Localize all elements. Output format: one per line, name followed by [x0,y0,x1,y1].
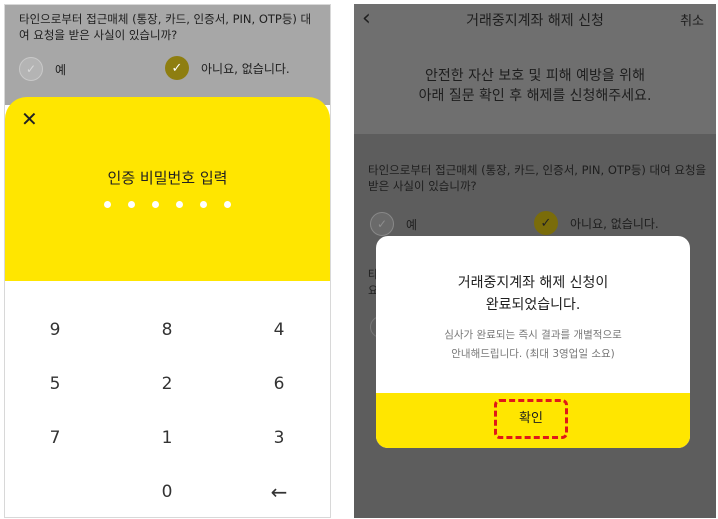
option-no[interactable]: ✓ 아니요, 없습니다. [534,211,659,235]
question-text: 타인으로부터 접근매체 (통장, 카드, 인증서, PIN, OTP등) 대여 … [368,163,707,193]
release-complete-screen: ‹ 거래중지계좌 해제 신청 취소 안전한 자산 보호 및 피해 예방을 위해 … [354,4,716,518]
option-no-label: 아니요, 없습니다. [570,216,659,231]
top-bar: ‹ 거래중지계좌 해제 신청 취소 [354,4,716,34]
question-area: 타인으로부터 접근매체 (통장, 카드, 인증서, PIN, OTP등) 대여 … [5,5,330,105]
check-icon: ✓ [370,212,394,236]
confirm-bar[interactable]: 확인 [376,393,690,448]
pin-dot [152,201,159,208]
key[interactable]: 1 [137,421,197,455]
dialog-title: 거래중지계좌 해제 신청이 완료되었습니다. [376,272,690,316]
check-icon: ✓ [19,57,43,81]
pin-dot [200,201,207,208]
pin-dot [224,201,231,208]
option-yes-label: 예 [55,62,67,77]
intro-line: 안전한 자산 보호 및 피해 예방을 위해 [425,68,645,84]
option-yes-label: 예 [406,217,418,232]
confirm-button[interactable]: 확인 [494,399,568,439]
intro-text: 안전한 자산 보호 및 피해 예방을 위해 아래 질문 확인 후 해제를 신청해… [354,66,716,106]
pin-bottom-sheet: ✕ 인증 비밀번호 입력 [5,97,330,281]
page-title: 거래중지계좌 해제 신청 [466,13,604,29]
key[interactable]: 8 [137,313,197,347]
key[interactable]: 0 [137,475,197,509]
backspace-key[interactable]: ← [249,475,309,509]
dialog-title-line: 완료되었습니다. [485,297,581,313]
cancel-button[interactable]: 취소 [680,10,704,29]
pin-dots [5,201,330,208]
check-icon: ✓ [534,211,558,235]
pin-dot [104,201,111,208]
dialog-desc-line: 안내해드립니다. (최대 3영업일 소요) [451,348,615,360]
key[interactable]: 7 [25,421,85,455]
key[interactable]: 5 [25,367,85,401]
option-yes[interactable]: ✓ 예 [19,57,66,81]
key[interactable]: 2 [137,367,197,401]
pin-dot [128,201,135,208]
close-icon[interactable]: ✕ [21,109,38,129]
intro-line: 아래 질문 확인 후 해제를 신청해주세요. [418,88,652,104]
question-text: 타인으로부터 접근매체 (통장, 카드, 인증서, PIN, OTP등) 대여 … [19,12,312,42]
key[interactable]: 4 [249,313,309,347]
dialog-desc-line: 심사가 완료되는 즉시 결과를 개별적으로 [444,329,622,341]
check-icon: ✓ [165,56,189,80]
completion-dialog: 거래중지계좌 해제 신청이 완료되었습니다. 심사가 완료되는 즉시 결과를 개… [376,236,690,448]
option-yes[interactable]: ✓ 예 [370,212,417,236]
dialog-title-line: 거래중지계좌 해제 신청이 [457,275,609,291]
key[interactable]: 6 [249,367,309,401]
dialog-description: 심사가 완료되는 즉시 결과를 개별적으로 안내해드립니다. (최대 3영업일 … [376,326,690,364]
option-no-label: 아니요, 없습니다. [201,61,290,76]
pin-dot [176,201,183,208]
pin-entry-screen: 타인으로부터 접근매체 (통장, 카드, 인증서, PIN, OTP등) 대여 … [4,4,331,518]
option-no[interactable]: ✓ 아니요, 없습니다. [165,56,290,80]
pin-title: 인증 비밀번호 입력 [107,169,228,187]
key[interactable]: 3 [249,421,309,455]
key[interactable]: 9 [25,313,85,347]
